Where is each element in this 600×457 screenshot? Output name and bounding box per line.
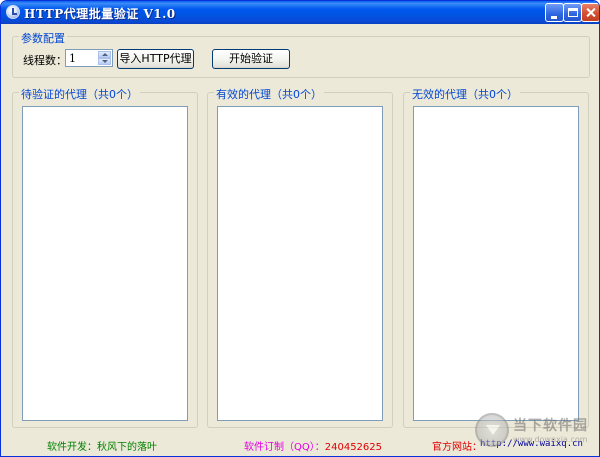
custom-order-info: 软件订制（QQ）：240452625	[244, 438, 382, 453]
stepper-buttons	[98, 51, 111, 65]
close-button[interactable]	[581, 3, 599, 22]
params-group: 参数配置 线程数： 1 导入HTTP代理 开始验证	[12, 30, 590, 78]
developer-credit: 软件开发：秋风下的落叶	[47, 442, 157, 453]
app-icon[interactable]	[6, 5, 20, 19]
pending-proxy-group: 待验证的代理（共0个）	[12, 86, 198, 428]
threads-stepper[interactable]: 1	[65, 49, 113, 67]
threads-label: 线程数：	[23, 54, 67, 67]
valid-proxy-group: 有效的代理（共0个）	[207, 86, 393, 428]
import-proxy-button[interactable]: 导入HTTP代理	[117, 49, 194, 69]
start-verify-button[interactable]: 开始验证	[212, 49, 290, 69]
invalid-proxy-group: 无效的代理（共0个）	[403, 86, 589, 428]
custom-order-qq: 240452625	[324, 442, 383, 453]
valid-proxy-list[interactable]	[217, 106, 383, 421]
stepper-down-icon[interactable]	[98, 58, 111, 65]
maximize-icon	[568, 8, 578, 17]
pending-proxy-title: 待验证的代理（共0个）	[19, 86, 140, 102]
pending-proxy-list[interactable]	[22, 106, 188, 421]
minimize-icon	[551, 16, 557, 19]
invalid-proxy-title: 无效的代理（共0个）	[410, 86, 520, 102]
download-arrow-icon	[475, 413, 509, 447]
title-bar[interactable]: HTTP代理批量验证 V1.0	[1, 1, 599, 24]
invalid-proxy-list[interactable]	[413, 106, 579, 421]
app-window: HTTP代理批量验证 V1.0 参数配置 线程数： 1 导入HTTP代理 开始验…	[0, 0, 600, 457]
valid-proxy-title: 有效的代理（共0个）	[214, 86, 324, 102]
close-icon	[582, 4, 599, 21]
custom-order-label: 软件订制（QQ）：	[244, 442, 325, 453]
watermark-url: www.downxia.com	[513, 435, 588, 444]
params-group-title: 参数配置	[19, 30, 67, 46]
threads-value[interactable]: 1	[69, 52, 76, 65]
watermark-brand: 当下软件园	[513, 418, 588, 434]
maximize-button[interactable]	[563, 3, 582, 22]
minimize-button[interactable]	[545, 3, 564, 22]
watermark: 当下软件园 www.downxia.com	[475, 411, 595, 453]
stepper-up-icon[interactable]	[98, 51, 111, 58]
window-title: HTTP代理批量验证 V1.0	[24, 7, 176, 21]
